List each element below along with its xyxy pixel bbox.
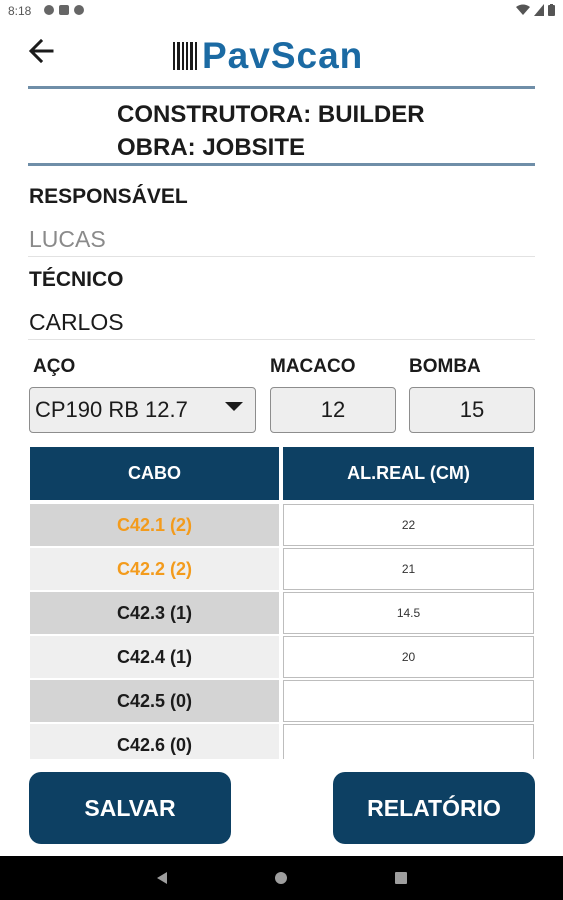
al-real-input[interactable]: 20 [283,636,534,678]
header-divider [28,86,535,89]
cabo-cell: C42.1 (2) [30,504,279,546]
site-line: OBRA: JOBSITE [117,134,306,161]
al-real-input[interactable] [283,680,534,722]
project-info: CONSTRUTORA: BUILDER OBRA: JOBSITE [117,98,425,164]
wifi-icon [516,4,530,15]
steel-select[interactable]: CP190 RB 12.7 [29,387,256,433]
cabo-cell: C42.3 (1) [30,592,279,634]
table-row: C42.2 (2) 21 [30,548,534,590]
cable-table: C42.1 (2) 22 C42.2 (2) 21 C42.3 (1) 14.5… [30,504,534,759]
responsible-label: RESPONSÁVEL [29,185,188,208]
table-row: C42.6 (0) [30,724,534,759]
arrow-left-icon [28,38,54,64]
notification-icons [44,5,84,15]
nav-recents-icon[interactable] [394,871,408,885]
technician-input[interactable]: CARLOS [29,309,124,336]
pump-input[interactable]: 15 [409,387,535,433]
al-real-input[interactable]: 22 [283,504,534,546]
report-button[interactable]: RELATÓRIO [333,772,535,844]
steel-label: AÇO [33,356,76,377]
project-divider [28,163,535,166]
system-icons [516,4,555,16]
al-real-input[interactable]: 21 [283,548,534,590]
cabo-cell: C42.4 (1) [30,636,279,678]
responsible-input[interactable]: LUCAS [29,226,106,253]
column-header-al-real: AL.REAL (CM) [283,447,534,500]
sd-card-icon [59,5,69,15]
al-real-input[interactable]: 14.5 [283,592,534,634]
cabo-cell: C42.5 (0) [30,680,279,722]
app-logo: PavScan [173,35,364,76]
technician-label: TÉCNICO [29,268,124,291]
barcode-icon [173,42,197,70]
app-name: PavScan [202,35,364,76]
table-row: C42.1 (2) 22 [30,504,534,546]
save-button[interactable]: SALVAR [29,772,231,844]
back-button[interactable] [26,36,56,66]
system-nav-bar [0,856,563,900]
sync-icon [74,5,84,15]
battery-icon [548,4,555,16]
cabo-cell: C42.6 (0) [30,724,279,759]
technician-underline [28,339,535,340]
signal-icon [534,4,544,16]
pump-label: BOMBA [409,356,481,377]
cabo-cell: C42.2 (2) [30,548,279,590]
table-row: C42.3 (1) 14.5 [30,592,534,634]
steel-select-value: CP190 RB 12.7 [35,397,188,422]
status-time: 8:18 [8,4,32,18]
responsible-underline [28,256,535,257]
al-real-input[interactable] [283,724,534,759]
dropdown-arrow-icon [225,402,243,411]
jack-label: MACACO [270,356,356,377]
constructor-line: CONSTRUTORA: BUILDER [117,101,425,128]
jack-input[interactable]: 12 [270,387,396,433]
nav-back-icon[interactable] [155,871,169,885]
table-row: C42.4 (1) 20 [30,636,534,678]
nav-home-icon[interactable] [274,871,288,885]
status-bar: 8:18 [0,0,563,24]
table-row: C42.5 (0) [30,680,534,722]
notification-icon [44,5,54,15]
column-header-cabo: CABO [30,447,279,500]
